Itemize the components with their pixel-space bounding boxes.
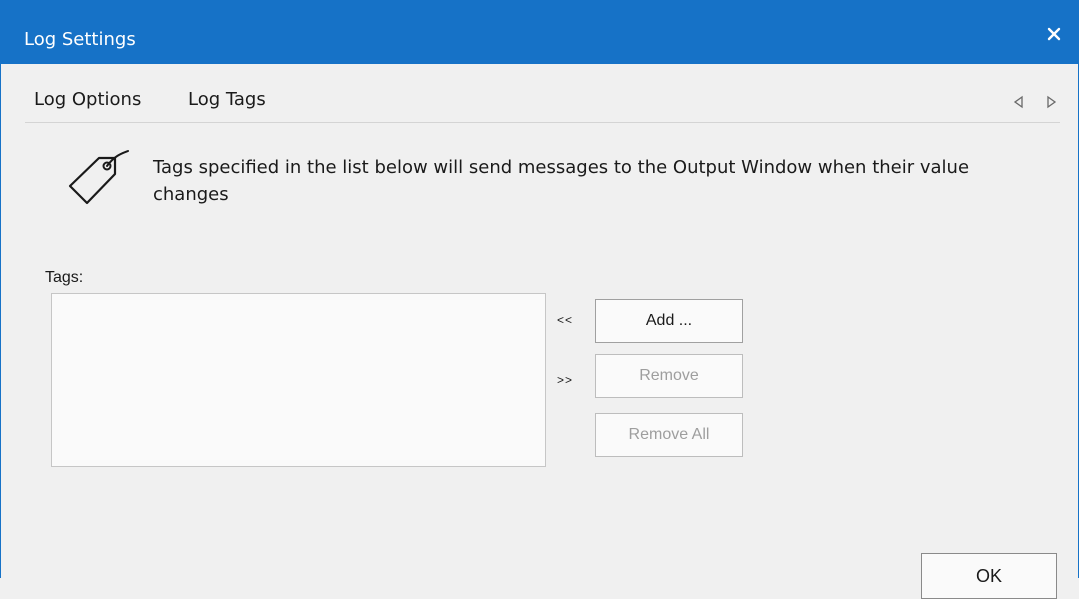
close-icon [1047,27,1061,41]
tags-label: Tags: [45,269,84,286]
tab-strip: Log Options Log Tags [25,88,1060,124]
tag-icon [68,150,129,205]
title-bar: Log Settings [1,0,1079,64]
info-text: Tags specified in the list below will se… [153,157,970,205]
ok-button[interactable]: OK [921,553,1057,599]
triangle-right-icon [1047,95,1057,109]
add-button[interactable]: Add ... [595,299,743,343]
remove-all-button[interactable]: Remove All [595,413,743,457]
tags-list[interactable] [51,293,546,467]
tab-divider [25,122,1060,123]
add-arrow-label: << [557,313,574,327]
tab-scroll-right-button[interactable] [1044,94,1058,109]
close-button[interactable] [1040,20,1068,48]
tab-scroll-left-button[interactable] [1012,94,1026,109]
triangle-left-icon [1013,95,1023,109]
remove-arrow-label: >> [557,373,574,387]
tab-log-tags[interactable]: Log Tags [188,88,266,112]
active-tab-indicator [165,32,256,35]
remove-button[interactable]: Remove [595,354,743,398]
window-title: Log Settings [24,29,136,50]
tab-log-options[interactable]: Log Options [34,88,141,112]
log-settings-dialog: Log Settings Log Options Log Tags Tags s… [0,0,1079,599]
